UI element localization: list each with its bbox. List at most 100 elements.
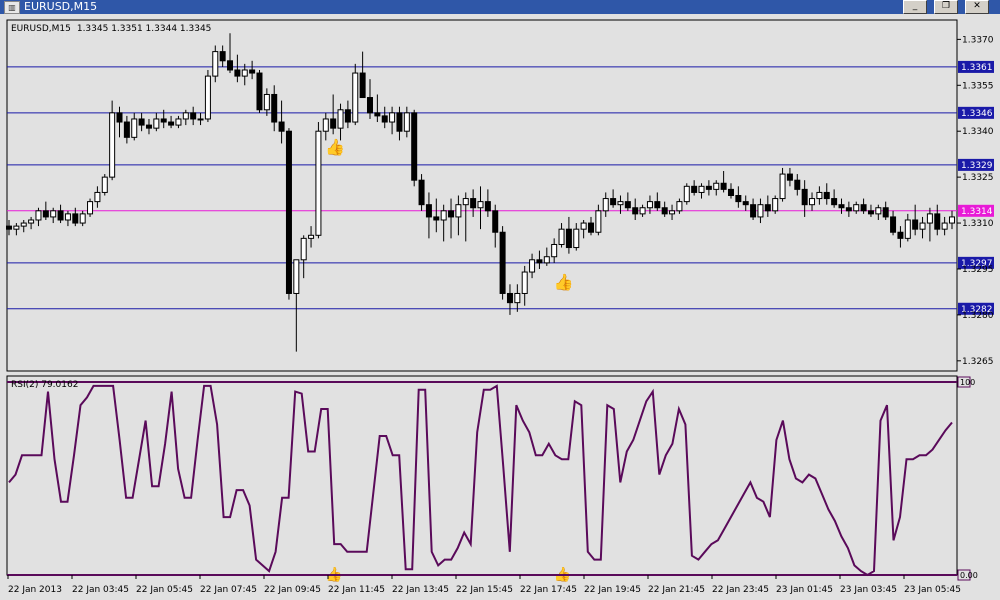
candle-body-8 [64,213,71,221]
candle-body-28 [212,51,219,77]
candle-body-113 [838,204,845,209]
candle-body-3 [28,219,35,224]
close-button[interactable]: ✕ [965,0,989,14]
candle-body-78 [580,222,587,230]
time-tick-label-3: 22 Jan 07:45 [200,585,257,595]
window-title-bar: ▥ EURUSD,M15 _ ❐ ✕ [0,0,1000,14]
minimize-button[interactable]: _ [903,0,927,14]
candle-body-86 [639,207,646,215]
candle-body-109 [809,198,816,206]
window-title: EURUSD,M15 [24,0,98,13]
candle-body-112 [831,198,838,206]
candle-body-58 [433,216,440,221]
candle-body-37 [278,121,285,132]
candle-body-127 [941,222,948,230]
candle-body-76 [565,228,572,249]
candle-body-12 [94,191,101,203]
candle-body-74 [551,243,558,258]
chart-canvas[interactable]: 👍👍👍👍 1.33611.33461.33291.32971.32821.331… [0,14,1000,600]
candle-body-4 [35,210,42,221]
time-tick-label-6: 22 Jan 13:45 [392,585,449,595]
price-tick-label-6: 1.3280 [962,311,994,321]
candle-body-105 [779,173,786,200]
candle-body-103 [764,204,771,212]
rsi-panel-label: RSI(2) 79.0162 [11,380,78,390]
candle-body-65 [484,201,491,212]
price-tick-label-0: 1.3370 [962,35,994,45]
candle-body-20 [153,118,160,129]
candle-body-62 [462,198,469,206]
candle-body-89 [661,207,668,215]
candle-body-33 [249,69,256,74]
candle-body-1 [13,225,20,230]
candle-body-41 [308,234,315,239]
candle-body-85 [632,207,639,215]
candle-body-53 [396,112,403,132]
candle-body-77 [573,228,580,249]
candle-body-54 [403,112,410,132]
candle-body-98 [727,188,734,197]
candle-body-29 [219,51,226,62]
candle-body-56 [418,179,425,206]
candle-body-14 [109,112,116,178]
candle-body-34 [256,72,263,111]
candle-body-5 [42,210,49,218]
candle-body-13 [101,176,108,193]
candle-body-95 [705,185,712,190]
candle-body-101 [750,204,757,218]
candle-body-27 [204,75,211,120]
candle-body-92 [683,185,690,203]
candle-body-50 [374,112,381,117]
candle-body-19 [145,124,152,129]
candle-body-15 [116,112,123,123]
candle-body-69 [514,292,521,304]
candle-body-38 [285,130,292,294]
time-tick-label-7: 22 Jan 15:45 [456,585,513,595]
buy-signal-icon: 👍 [325,137,345,156]
candle-body-7 [57,210,64,221]
candle-body-18 [138,118,145,126]
candle-body-117 [867,210,874,215]
candle-body-81 [602,198,609,212]
candle-body-68 [506,292,513,304]
candle-body-40 [300,237,307,261]
candle-body-87 [646,201,653,209]
candle-body-24 [182,112,189,120]
candle-body-79 [588,222,595,233]
candle-body-59 [440,210,447,221]
candle-body-63 [470,198,477,209]
candle-body-83 [617,201,624,206]
candle-body-25 [190,112,197,120]
time-tick-label-2: 22 Jan 05:45 [136,585,193,595]
candle-body-43 [322,118,329,132]
candle-body-122 [904,219,911,239]
candle-body-75 [558,228,565,245]
candle-body-120 [890,216,897,233]
candle-body-125 [926,213,933,224]
candle-body-17 [131,118,138,138]
candle-body-121 [897,231,904,239]
candle-body-106 [786,173,793,181]
candle-body-55 [411,112,418,181]
rsi-tick-label-1: 0.00 [960,571,978,580]
candle-body-30 [227,60,234,71]
level-tag-label-1: 1.3346 [961,109,993,119]
candle-body-97 [720,182,727,190]
rsi-tick-label-0: 100 [960,378,975,387]
chart-window-icon: ▥ [4,1,20,14]
candle-body-60 [448,210,455,218]
candle-body-80 [595,210,602,233]
candle-body-23 [175,118,182,126]
candle-body-52 [389,112,396,123]
candle-body-32 [241,69,248,77]
chart-background [0,14,1000,600]
candle-body-91 [676,201,683,212]
time-tick-label-14: 23 Jan 05:45 [904,585,961,595]
restore-button[interactable]: ❐ [934,0,958,14]
time-tick-label-11: 22 Jan 23:45 [712,585,769,595]
candle-body-114 [845,207,852,212]
candle-body-51 [381,115,388,123]
candle-body-124 [919,222,926,230]
candle-body-22 [168,121,175,126]
candle-body-96 [713,182,720,190]
